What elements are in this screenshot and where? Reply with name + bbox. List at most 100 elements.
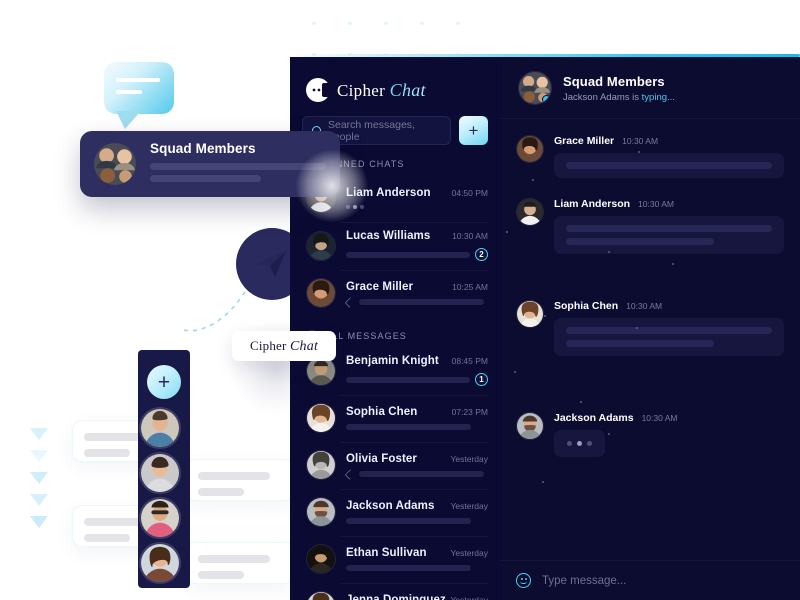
group-avatar[interactable] [518,71,552,105]
ghost-message-card [186,459,294,501]
contact-avatar[interactable] [139,407,181,449]
chat-name: Sophia Chen [346,406,418,418]
chat-list-item[interactable]: Lucas Williams 10:30 AM 2 [290,222,500,270]
chat-time: 08:45 PM [451,356,488,366]
unread-badge: 2 [475,248,488,261]
avatar [516,300,544,328]
cipher-chat-badge: Cipher Chat [232,331,336,361]
section-label: ALL MESSAGES [325,331,407,341]
message-preview [346,518,471,524]
cipher-logo-icon [306,78,331,102]
unread-badge: 1 [475,373,488,386]
message-time: 10:30 AM [638,199,674,209]
conversation-header-text: Squad Members Jackson Adams is typing... [563,74,675,103]
brand-name: Cipher Chat [337,79,426,100]
chat-time: Yesterday [450,501,489,511]
add-contact-label: + [157,370,171,394]
avatar [306,544,336,574]
chat-item-body: Liam Anderson 04:50 PM [346,187,488,209]
chat-time: 10:25 AM [452,281,488,292]
chat-bubble-icon [104,62,174,129]
chat-list-item[interactable]: Olivia Foster Yesterday [290,442,500,489]
avatar [306,278,336,308]
avatar [516,135,544,163]
card-preview-line [150,163,326,170]
message-composer[interactable]: Type message... [500,560,800,600]
app-screenshot: + Cipher Chat Cipher Chat Search message… [0,0,800,600]
chat-name: Jenna Dominguez [346,594,446,600]
chat-list-item[interactable]: Jenna Dominguez Yesterday [290,583,500,600]
group-avatar [94,143,136,185]
message-sender: Jackson Adams [554,412,634,424]
chat-item-body: Benjamin Knight 08:45 PM 1 [346,355,488,386]
contact-avatar[interactable] [139,497,181,539]
triangle-decoration [30,428,52,568]
chat-time: 07:23 PM [451,407,488,417]
chat-item-body: Lucas Williams 10:30 AM 2 [346,230,488,261]
message-preview [359,299,484,305]
avatar [516,412,544,440]
message-bubble [554,216,784,254]
chat-list-item[interactable]: Jackson Adams Yesterday [290,489,500,536]
chat-name: Ethan Sullivan [346,547,427,559]
chat-name: Jackson Adams [346,500,435,512]
conversation-title: Squad Members [563,73,665,89]
window-accent-line [290,54,800,57]
chat-item-body: Grace Miller 10:25 AM [344,280,488,308]
chat-item-body: Jenna Dominguez Yesterday [346,594,488,600]
message-sender: Grace Miller [554,135,615,147]
avatar [516,198,544,226]
contact-avatar[interactable] [139,542,181,584]
chat-name: Lucas Williams [346,230,431,242]
message-preview [346,376,470,383]
chat-time: Yesterday [450,548,489,558]
smiley-icon[interactable] [516,573,531,588]
new-chat-label: + [468,121,479,140]
message-row: Liam Anderson 10:30 AM [516,198,784,254]
chat-time: 10:30 AM [452,231,488,241]
chat-item-body: Ethan Sullivan Yesterday [346,547,488,571]
message-time: 10:30 AM [626,301,663,311]
message-time: 10:30 AM [641,413,678,423]
message-bubble [554,318,784,356]
message-sender: Sophia Chen [554,300,619,312]
avatar [306,403,336,433]
avatar [306,497,336,527]
app-logo: Cipher Chat [290,57,500,102]
chat-list-item[interactable]: Grace Miller 10:25 AM [290,270,500,317]
card-preview-line [150,175,261,182]
message-content: Grace Miller 10:30 AM [554,135,784,178]
online-status-indicator [542,95,551,104]
chat-name: Grace Miller [346,280,414,293]
message-sender: Liam Anderson [554,198,631,210]
new-chat-button[interactable]: + [459,116,488,145]
chat-time: Yesterday [450,453,489,464]
typing-status: Jackson Adams is typing... [563,91,675,103]
typing-bubble [554,430,605,457]
conversation-header: Squad Members Jackson Adams is typing... [500,57,800,119]
message-row: Grace Miller 10:30 AM [516,135,784,178]
message-row: Jackson Adams 10:30 AM [516,412,784,457]
message-bubble [554,153,784,178]
contact-avatar[interactable] [139,452,181,494]
message-preview [359,471,484,477]
typing-indicator [346,205,364,209]
message-preview [346,565,471,571]
avatar [306,591,336,600]
search-placeholder: Search messages, people [328,118,415,143]
message-content: Sophia Chen 10:30 AM [554,300,784,356]
badge-text: Cipher Chat [249,337,319,354]
chat-application-window: Cipher Chat Search messages, people + PI… [290,57,800,600]
chat-item-body: Olivia Foster Yesterday [344,453,489,480]
chat-list-item[interactable]: Sophia Chen 07:23 PM [290,395,500,442]
reply-icon [344,296,356,308]
card-title: Squad Members [150,141,256,156]
squad-members-notification-card[interactable]: Squad Members [80,131,340,197]
chat-list-item[interactable]: Ethan Sullivan Yesterday [290,536,500,583]
chat-name: Benjamin Knight [346,355,439,367]
message-list[interactable]: Grace Miller 10:30 AM Liam Anderson 10:3… [500,119,800,560]
add-contact-button[interactable]: + [147,365,181,399]
chat-item-body: Jackson Adams Yesterday [346,500,488,524]
message-time: 10:30 AM [622,136,659,146]
message-content: Jackson Adams 10:30 AM [554,412,784,457]
